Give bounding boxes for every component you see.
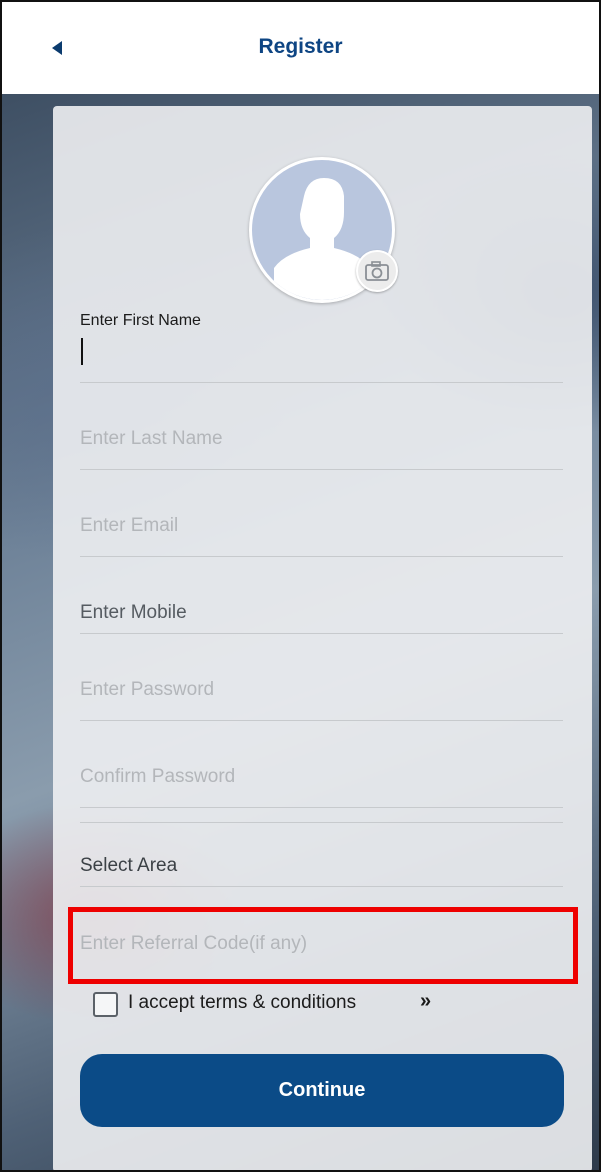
area-select-label: Select Area	[80, 855, 178, 876]
divider	[80, 822, 563, 823]
continue-button[interactable]: Continue	[80, 1054, 564, 1127]
first-name-field[interactable]	[80, 332, 563, 383]
divider	[80, 886, 563, 887]
confirm-password-input[interactable]	[80, 757, 563, 797]
email-input[interactable]	[80, 506, 563, 546]
chevron-double-right-icon[interactable]: »	[420, 990, 431, 1013]
text-caret	[81, 338, 83, 365]
divider	[80, 633, 563, 634]
divider	[80, 807, 563, 808]
confirm-password-field[interactable]	[80, 757, 563, 808]
divider	[80, 556, 563, 557]
first-name-label: Enter First Name	[80, 312, 201, 329]
app-header: Register	[2, 2, 599, 94]
first-name-input[interactable]	[80, 336, 563, 376]
mobile-input[interactable]	[80, 593, 563, 633]
camera-icon[interactable]	[356, 250, 398, 292]
email-field[interactable]	[80, 506, 563, 557]
app-screen: Register Enter First Name Enter Last Nam…	[0, 0, 601, 1172]
password-input[interactable]	[80, 670, 563, 710]
area-select[interactable]: Select Area	[80, 847, 563, 887]
password-field[interactable]	[80, 670, 563, 721]
mobile-field[interactable]	[80, 593, 563, 634]
divider	[80, 382, 563, 383]
highlight-box	[68, 907, 578, 984]
last-name-field[interactable]	[80, 419, 563, 470]
divider	[80, 720, 563, 721]
page-title: Register	[258, 35, 343, 58]
last-name-input[interactable]	[80, 419, 563, 459]
divider	[80, 469, 563, 470]
terms-label: I accept terms & conditions	[128, 992, 357, 1013]
divider	[80, 822, 563, 823]
terms-checkbox[interactable]	[93, 992, 118, 1017]
